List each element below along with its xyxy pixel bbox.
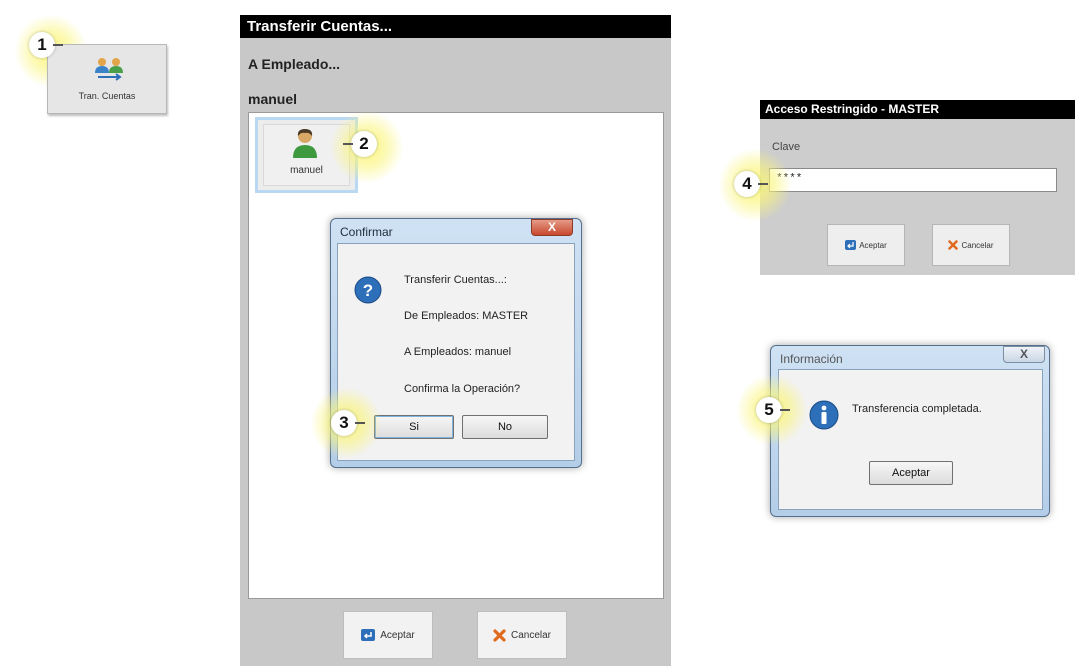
confirm-close-button[interactable]: X xyxy=(531,219,573,236)
step-4-badge: 4 xyxy=(734,171,768,197)
access-cancel-label: Cancelar xyxy=(961,240,994,250)
accept-button[interactable]: Aceptar xyxy=(343,611,433,659)
info-dialog-title: Información xyxy=(780,352,843,366)
tile-label: Tran. Cuentas xyxy=(78,91,136,101)
question-icon: ? xyxy=(354,276,382,304)
confirm-line-3: A Empleados: manuel xyxy=(404,346,512,358)
svg-text:?: ? xyxy=(363,281,373,300)
info-dialog-body: Transferencia completada. Aceptar xyxy=(778,369,1043,510)
info-dialog: Información X Transferencia completada. … xyxy=(770,345,1050,517)
enter-icon xyxy=(845,240,857,250)
user-icon xyxy=(293,129,317,158)
password-field[interactable]: **** xyxy=(769,168,1057,192)
access-dialog: Acceso Restringido - MASTER Clave **** A… xyxy=(760,100,1075,275)
confirm-line-1: Transferir Cuentas...: xyxy=(404,274,507,286)
step-2-badge: 2 xyxy=(343,131,377,157)
step-1-badge: 1 xyxy=(29,32,63,58)
info-accept-button[interactable]: Aceptar xyxy=(869,461,953,485)
access-cancel-button[interactable]: Cancelar xyxy=(932,224,1010,266)
window-title: Transferir Cuentas... xyxy=(240,15,671,38)
info-message: Transferencia completada. xyxy=(852,403,982,415)
step-5-badge: 5 xyxy=(756,397,790,423)
info-icon xyxy=(809,400,839,430)
confirm-dialog-title: Confirmar xyxy=(340,225,393,239)
cancel-x-icon xyxy=(493,628,506,642)
yes-button[interactable]: Si xyxy=(374,415,454,439)
access-accept-label: Aceptar xyxy=(859,240,887,250)
users-transfer-icon xyxy=(95,58,123,81)
transfer-accounts-tile[interactable]: Tran. Cuentas xyxy=(47,44,167,114)
step-3-badge: 3 xyxy=(331,410,365,436)
accept-button-label: Aceptar xyxy=(380,629,415,641)
clave-label: Clave xyxy=(772,141,801,153)
no-button[interactable]: No xyxy=(462,415,548,439)
cancel-button[interactable]: Cancelar xyxy=(477,611,567,659)
selected-employee: manuel xyxy=(248,91,298,107)
cancel-x-icon xyxy=(948,240,959,250)
enter-icon xyxy=(361,629,376,641)
confirm-line-2: De Empleados: MASTER xyxy=(404,310,529,322)
access-accept-button[interactable]: Aceptar xyxy=(827,224,905,266)
window-subtitle: A Empleado... xyxy=(248,56,341,72)
confirm-line-4: Confirma la Operación? xyxy=(404,383,521,395)
cancel-button-label: Cancelar xyxy=(510,629,552,641)
info-close-button[interactable]: X xyxy=(1003,346,1045,363)
access-dialog-title: Acceso Restringido - MASTER xyxy=(760,100,1075,119)
